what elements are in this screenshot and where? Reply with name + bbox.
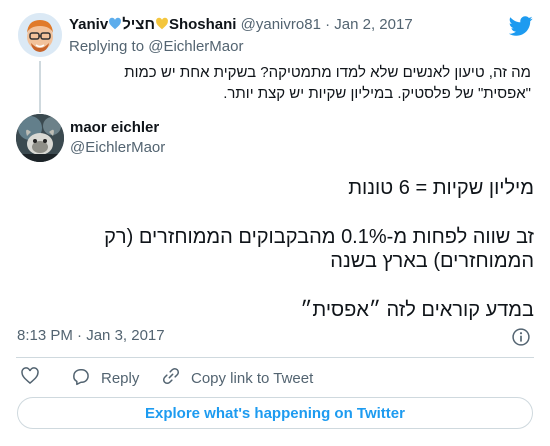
copy-link-button[interactable]: Copy link to Tweet [161, 364, 313, 392]
parent-tweet-header: Yaniv חציל Shoshani @yanivro81 · Jan 2, 20… [69, 15, 413, 37]
parent-tweet-date[interactable]: Jan 2, 2017 [334, 16, 412, 33]
tweet-timestamp[interactable]: 8:13 PM · Jan 3, 2017 [17, 326, 165, 346]
replying-handle[interactable]: @EichlerMaor [148, 38, 243, 55]
main-author-handle[interactable]: @EichlerMaor [70, 138, 165, 158]
tweet-line-3: במדע קוראים לזה ״אפסית״ [300, 299, 534, 321]
main-tweet-text: מיליון שקיות = 6 טונות זב שווה לפחות מ-0… [16, 176, 534, 322]
heart-outline-icon [20, 366, 40, 390]
like-button[interactable] [20, 364, 40, 392]
timestamp-separator: · [77, 327, 83, 344]
name-part2: Shoshani [168, 16, 237, 33]
tweet-actions: Reply Copy link to Tweet [0, 364, 550, 392]
yellow-heart-icon [155, 17, 169, 37]
tweet-line-1: מיליון שקיות = 6 טונות [348, 177, 534, 199]
name-part1: Yaniv [69, 16, 109, 33]
tweet-time: 8:13 PM [17, 327, 73, 344]
header-separator: · [325, 16, 331, 33]
tweet-embed-card: Yaniv חציל Shoshani @yanivro81 · Jan 2, 20… [0, 0, 550, 446]
twitter-bird-icon[interactable] [508, 14, 533, 38]
main-author-name[interactable]: maor eichler [70, 118, 159, 138]
replying-to-line: Replying to @EichlerMaor [69, 37, 243, 57]
tweet-line-2: זב שווה לפחות מ-0.1% מהבקבוקים הממוחזרים… [104, 226, 534, 272]
blue-heart-icon [108, 17, 122, 37]
info-icon[interactable] [511, 327, 531, 347]
thread-connector-line [39, 61, 41, 113]
name-hebrew: חציל [122, 16, 155, 33]
reply-label: Reply [101, 369, 140, 387]
main-author-avatar[interactable] [16, 114, 64, 162]
reply-button[interactable]: Reply [71, 364, 139, 392]
copy-link-label: Copy link to Tweet [191, 369, 314, 387]
parent-tweet-text: מה זה, טיעון לאנשים שלא למדו מתמטיקה? בש… [124, 64, 531, 102]
tweet-date: Jan 3, 2017 [86, 327, 165, 344]
parent-author-handle[interactable]: @yanivro81 [241, 16, 321, 33]
parent-author-name[interactable]: Yaniv חציל Shoshani [69, 16, 236, 33]
explore-twitter-button[interactable]: Explore what's happening on Twitter [17, 397, 533, 429]
replying-prefix: Replying to [69, 38, 145, 55]
speech-bubble-icon [71, 366, 91, 390]
action-divider [16, 357, 534, 358]
parent-author-avatar[interactable] [18, 13, 62, 57]
link-icon [161, 366, 181, 390]
